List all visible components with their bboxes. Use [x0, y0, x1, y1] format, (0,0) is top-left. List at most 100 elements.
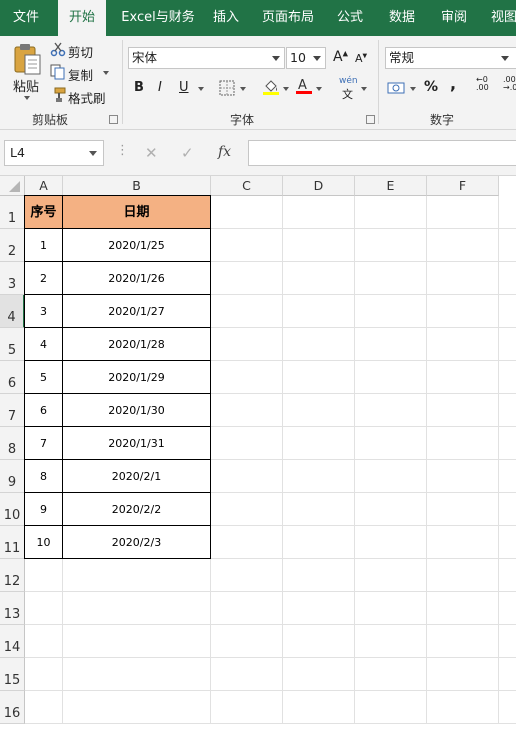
formula-input[interactable]	[248, 140, 516, 166]
select-all-button[interactable]	[0, 176, 25, 196]
tab-data[interactable]: 数据	[382, 0, 422, 36]
underline-dropdown-icon[interactable]	[198, 87, 204, 91]
cut-button[interactable]: 剪切	[68, 42, 93, 61]
table-cell-date[interactable]: 2020/1/30	[63, 394, 211, 427]
paste-label[interactable]: 粘贴	[13, 76, 39, 95]
table-cell-seq[interactable]: 6	[25, 394, 63, 427]
row-header-12[interactable]: 12	[0, 559, 25, 592]
cancel-entry-icon[interactable]: ✕	[145, 144, 158, 162]
table-cell-date[interactable]: 2020/2/2	[63, 493, 211, 526]
borders-icon[interactable]	[219, 80, 235, 99]
comma-style-button[interactable]: ,	[450, 74, 456, 93]
paste-dropdown-icon[interactable]	[24, 96, 30, 100]
font-color-dropdown-icon[interactable]	[316, 87, 322, 91]
row-header-7[interactable]: 7	[0, 394, 25, 427]
tab-insert[interactable]: 插入	[206, 0, 246, 36]
accounting-format-icon[interactable]	[387, 80, 407, 99]
table-cell-date[interactable]: 2020/1/25	[63, 229, 211, 262]
underline-button[interactable]: U	[179, 80, 189, 95]
format-painter-icon[interactable]	[50, 87, 66, 106]
name-box[interactable]: L4	[4, 140, 104, 166]
row-header-4[interactable]: 4	[0, 295, 25, 328]
header-cell-date[interactable]: 日期	[63, 196, 211, 229]
font-name-combo[interactable]: 宋体	[128, 47, 285, 69]
phonetic-dropdown-icon[interactable]	[361, 87, 367, 91]
column-header-c[interactable]: C	[211, 176, 283, 196]
row-header-3[interactable]: 3	[0, 262, 25, 295]
phonetic-guide-icon[interactable]: 文	[342, 86, 353, 102]
table-cell-date[interactable]: 2020/2/1	[63, 460, 211, 493]
chevron-down-icon	[272, 56, 280, 61]
column-header-e[interactable]: E	[355, 176, 427, 196]
row-header-8[interactable]: 8	[0, 427, 25, 460]
tab-page-layout[interactable]: 页面布局	[254, 0, 322, 36]
borders-dropdown-icon[interactable]	[240, 87, 246, 91]
tab-formulas[interactable]: 公式	[330, 0, 370, 36]
table-cell-date[interactable]: 2020/2/3	[63, 526, 211, 559]
fill-color-dropdown-icon[interactable]	[283, 87, 289, 91]
row-header-2[interactable]: 2	[0, 229, 25, 262]
paste-button[interactable]	[12, 42, 42, 79]
increase-decimal-icon[interactable]: ←0.00	[476, 76, 489, 92]
table-cell-seq[interactable]: 10	[25, 526, 63, 559]
header-cell-seq[interactable]: 序号	[25, 196, 63, 229]
table-cell-seq[interactable]: 5	[25, 361, 63, 394]
decrease-decimal-icon[interactable]: .00 →.0	[503, 76, 516, 92]
font-size-combo[interactable]: 10	[286, 47, 326, 69]
column-header-b[interactable]: B	[63, 176, 211, 196]
table-cell-seq[interactable]: 9	[25, 493, 63, 526]
increase-font-size-icon[interactable]: A▲	[333, 49, 348, 65]
row-header-16[interactable]: 16	[0, 691, 25, 724]
format-painter-button[interactable]: 格式刷	[68, 88, 106, 107]
font-launcher-icon[interactable]	[366, 115, 375, 124]
clipboard-launcher-icon[interactable]	[109, 115, 118, 124]
table-cell-date[interactable]: 2020/1/27	[63, 295, 211, 328]
row-header-11[interactable]: 11	[0, 526, 25, 559]
percent-style-button[interactable]: %	[424, 79, 438, 95]
copy-button[interactable]: 复制	[68, 65, 93, 84]
table-cell-seq[interactable]: 1	[25, 229, 63, 262]
table-cell-date[interactable]: 2020/1/28	[63, 328, 211, 361]
confirm-entry-icon[interactable]: ✓	[181, 144, 194, 162]
font-color-icon[interactable]: A	[295, 77, 313, 98]
row-header-6[interactable]: 6	[0, 361, 25, 394]
number-format-combo[interactable]: 常规	[385, 47, 516, 69]
table-cell-seq[interactable]: 8	[25, 460, 63, 493]
tab-home[interactable]: 开始	[58, 0, 106, 36]
column-header-d[interactable]: D	[283, 176, 355, 196]
table-cell-seq[interactable]: 3	[25, 295, 63, 328]
row-header-9[interactable]: 9	[0, 460, 25, 493]
decrease-font-size-icon[interactable]: A▼	[355, 52, 367, 65]
italic-button[interactable]: I	[158, 80, 162, 95]
table-cell-seq[interactable]: 7	[25, 427, 63, 460]
tab-view[interactable]: 视图	[484, 0, 516, 36]
worksheet-grid[interactable]: ABCDEF 1 2 3 4 5 6 7 8 9 10 11 12 13 14 15 16 序号 日期 1 2020…	[0, 176, 516, 732]
tab-review[interactable]: 审阅	[434, 0, 474, 36]
tab-file[interactable]: 文件	[2, 0, 50, 36]
more-options-icon[interactable]: ⋮	[116, 143, 129, 158]
table-cell-date[interactable]: 2020/1/31	[63, 427, 211, 460]
table-cell-date[interactable]: 2020/1/26	[63, 262, 211, 295]
row-number: 16	[3, 706, 21, 721]
cut-icon[interactable]	[50, 41, 66, 60]
fill-color-icon[interactable]	[262, 78, 280, 99]
row-header-5[interactable]: 5	[0, 328, 25, 361]
column-header-f[interactable]: F	[427, 176, 499, 196]
tab-excel-finance[interactable]: Excel与财务	[112, 0, 204, 36]
column-header-a[interactable]: A	[25, 176, 63, 196]
table-cell-seq[interactable]: 4	[25, 328, 63, 361]
bold-button[interactable]: B	[134, 80, 144, 95]
copy-icon[interactable]	[50, 64, 66, 83]
phonetic-guide-top[interactable]: wén	[339, 76, 358, 86]
insert-function-button[interactable]: fx	[218, 144, 231, 160]
row-header-15[interactable]: 15	[0, 658, 25, 691]
row-header-14[interactable]: 14	[0, 625, 25, 658]
accounting-dropdown-icon[interactable]	[410, 87, 416, 91]
copy-dropdown-icon[interactable]	[103, 71, 109, 75]
table-cell-seq[interactable]: 2	[25, 262, 63, 295]
row-header-13[interactable]: 13	[0, 592, 25, 625]
row-gridline	[25, 591, 516, 592]
row-header-10[interactable]: 10	[0, 493, 25, 526]
table-cell-date[interactable]: 2020/1/29	[63, 361, 211, 394]
row-header-1[interactable]: 1	[0, 196, 25, 229]
